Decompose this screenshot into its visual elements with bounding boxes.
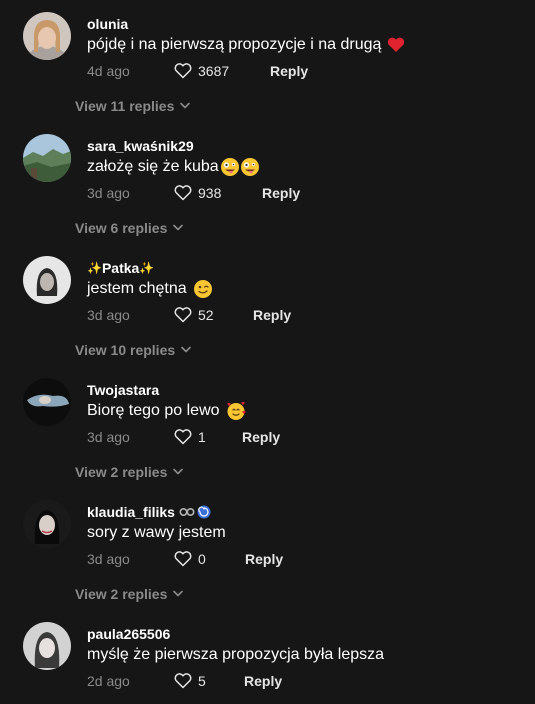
comment-item: paula265506 myślę że pierwsza propozycja… [0, 610, 535, 704]
comment-timestamp: 4d ago [87, 63, 130, 79]
sparkles-icon: ✨ [87, 260, 102, 275]
like-button[interactable]: 3687 [174, 61, 229, 81]
avatar[interactable] [23, 256, 71, 304]
comment-text: pójdę i na pierwszą propozycje i na drug… [87, 34, 405, 56]
view-replies-button[interactable]: View 6 replies [75, 219, 184, 236]
like-button[interactable]: 52 [174, 305, 214, 325]
zany-face-icon [240, 157, 260, 177]
like-count: 0 [198, 551, 206, 567]
comment-username[interactable]: paula265506 [87, 625, 170, 642]
like-button[interactable]: 0 [174, 549, 206, 569]
reply-button[interactable]: Reply [242, 429, 280, 446]
comment-text: założę się że kuba [87, 156, 260, 178]
comment-timestamp: 3d ago [87, 185, 130, 201]
comment-text-content: Biorę tego po lewo [87, 402, 220, 419]
view-replies-label: View 11 replies [75, 97, 175, 114]
reply-button[interactable]: Reply [262, 185, 300, 202]
reply-button[interactable]: Reply [245, 551, 283, 568]
comment-text: Biorę tego po lewo [87, 400, 246, 422]
like-count: 3687 [198, 63, 230, 79]
view-replies-button[interactable]: View 10 replies [75, 341, 191, 358]
view-replies-label: View 2 replies [75, 585, 168, 602]
comment-timestamp: 3d ago [87, 429, 130, 445]
comment-text-content: jestem chętna [87, 280, 187, 297]
comment-item: Twojastara Biorę tego po lewo 3d ago 1 R… [0, 366, 535, 488]
comment-username[interactable]: klaudia_filiks [87, 503, 211, 520]
comment-timestamp: 2d ago [87, 673, 130, 689]
view-replies-button[interactable]: View 11 replies [75, 97, 191, 114]
heart-outline-icon [174, 429, 192, 445]
red-heart-icon [387, 37, 405, 53]
comment-username[interactable]: olunia [87, 15, 128, 32]
winking-face-icon [193, 279, 213, 299]
heart-outline-icon [174, 307, 192, 323]
comment-item: olunia pójdę i na pierwszą propozycje i … [0, 0, 535, 122]
chevron-down-icon [173, 468, 184, 475]
view-replies-label: View 10 replies [75, 341, 176, 358]
like-button[interactable]: 1 [174, 427, 206, 447]
comment-item: sara_kwaśnik29 założę się że kuba 3d ago… [0, 122, 535, 244]
handcuffs-icon [179, 505, 195, 519]
comment-item: klaudia_filiks sory z wawy jestem 3d ago… [0, 488, 535, 610]
reply-button[interactable]: Reply [270, 63, 308, 80]
comment-text-content: myślę że pierwsza propozycja była lepsza [87, 646, 385, 663]
heart-outline-icon [174, 63, 192, 79]
avatar[interactable] [23, 134, 71, 182]
comment-text-content: sory z wawy jestem [87, 524, 226, 541]
chevron-down-icon [173, 590, 184, 597]
comment-username[interactable]: ✨ Patka ✨ [87, 259, 154, 276]
like-button[interactable]: 5 [174, 671, 206, 691]
like-count: 938 [198, 185, 222, 201]
heart-outline-icon [174, 185, 192, 201]
comment-username-label: klaudia_filiks [87, 503, 175, 520]
avatar[interactable] [23, 622, 71, 670]
comment-username[interactable]: sara_kwaśnik29 [87, 137, 194, 154]
cyclone-icon [197, 505, 211, 519]
comment-text-content: założę się że kuba [87, 158, 219, 175]
heart-outline-icon [174, 551, 192, 567]
like-button[interactable]: 938 [174, 183, 221, 203]
view-replies-button[interactable]: View 2 replies [75, 463, 184, 480]
comment-timestamp: 3d ago [87, 551, 130, 567]
zany-face-icon [220, 157, 240, 177]
avatar[interactable] [23, 12, 71, 60]
reply-button[interactable]: Reply [244, 673, 282, 690]
view-replies-button[interactable]: View 2 replies [75, 585, 184, 602]
like-count: 5 [198, 673, 206, 689]
view-replies-label: View 6 replies [75, 219, 168, 236]
avatar[interactable] [23, 378, 71, 426]
smiling-face-with-hearts-icon [226, 401, 246, 421]
like-count: 1 [198, 429, 206, 445]
heart-outline-icon [174, 673, 192, 689]
comment-text: myślę że pierwsza propozycja była lepsza [87, 644, 384, 666]
reply-button[interactable]: Reply [253, 307, 291, 324]
chevron-down-icon [173, 224, 184, 231]
sparkles-icon: ✨ [139, 260, 155, 275]
avatar[interactable] [23, 500, 71, 548]
comment-timestamp: 3d ago [87, 307, 130, 323]
like-count: 52 [198, 307, 214, 323]
comment-username-label: Patka [101, 259, 140, 276]
comment-item: ✨ Patka ✨ jestem chętna 3d ago 52 Reply … [0, 244, 535, 366]
chevron-down-icon [181, 346, 191, 353]
comment-username[interactable]: Twojastara [87, 381, 159, 398]
comment-text-content: pójdę i na pierwszą propozycje i na drug… [87, 36, 382, 53]
comment-text: sory z wawy jestem [87, 522, 226, 544]
comment-text: jestem chętna [87, 278, 213, 300]
view-replies-label: View 2 replies [75, 463, 168, 480]
chevron-down-icon [180, 102, 191, 109]
